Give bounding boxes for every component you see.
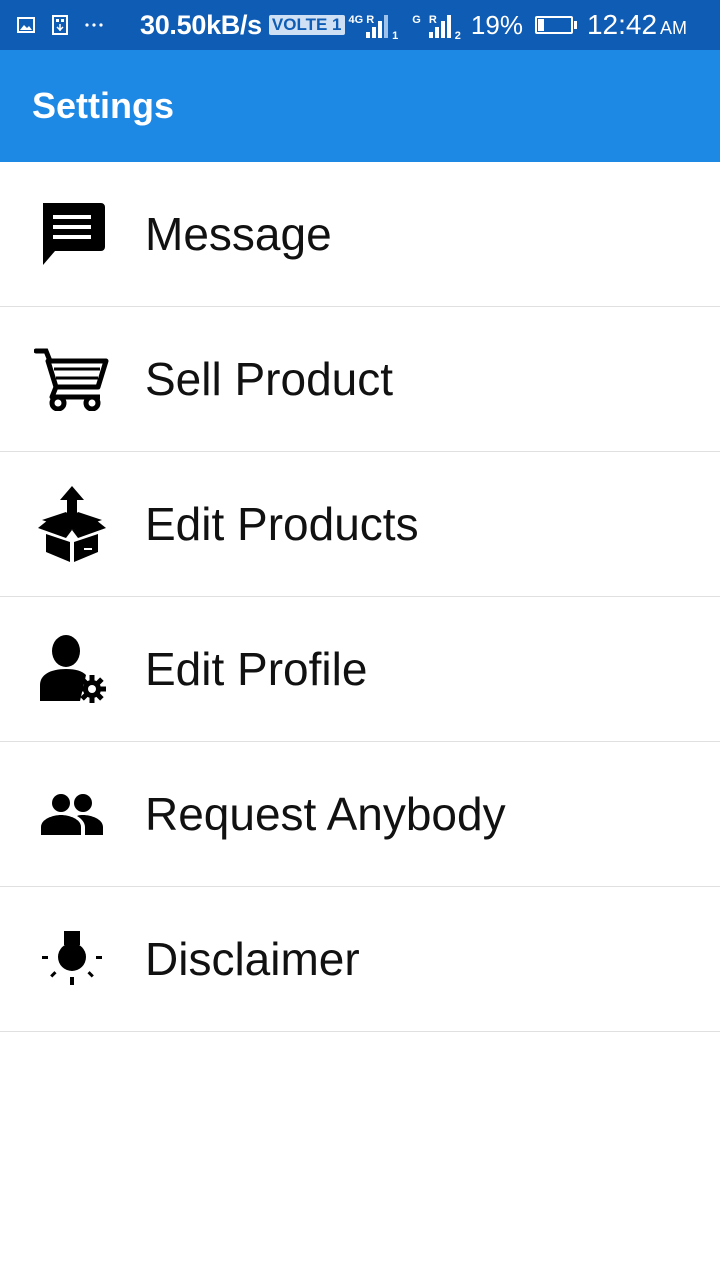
status-bar: 30.50kB/s VOLTE 1 4G R 1 G R 2 19% 12:42…: [0, 0, 720, 50]
menu-item-message[interactable]: Message: [0, 162, 720, 307]
gallery-icon: [16, 15, 36, 35]
menu-item-label: Sell Product: [145, 353, 394, 405]
battery-fill: [537, 19, 545, 31]
menu-item-label: Edit Profile: [145, 643, 368, 695]
page-title: Settings: [32, 85, 175, 126]
menu-item-label: Edit Products: [145, 498, 419, 550]
menu-item-disclaimer[interactable]: Disclaimer: [0, 887, 720, 1032]
user-settings-icon: [32, 629, 112, 709]
menu-item-label: Request Anybody: [145, 788, 506, 840]
clock: 12:42: [586, 9, 658, 40]
usb-icon: [50, 15, 70, 35]
sim2-slot: 2: [454, 30, 461, 42]
sim2-signal: G R 2: [412, 10, 461, 43]
battery-icon: [534, 16, 577, 34]
message-icon: [32, 194, 112, 274]
menu-item-edit-products[interactable]: Edit Products: [0, 452, 720, 597]
menu-item-label: Message: [145, 208, 332, 260]
network-speed: 30.50kB/s: [140, 9, 262, 40]
volte-badge: VOLTE 1: [268, 15, 345, 35]
more-notifications-icon: [84, 15, 104, 35]
menu-item-edit-profile[interactable]: Edit Profile: [0, 597, 720, 742]
shopping-cart-icon: [32, 339, 112, 419]
lightbulb-icon: [32, 919, 112, 999]
sim1-net-type: 4G: [348, 14, 364, 26]
menu-item-sell-product[interactable]: Sell Product: [0, 307, 720, 452]
people-icon: [32, 774, 112, 854]
clock-am-pm: AM: [660, 17, 688, 38]
menu-item-label: Disclaimer: [145, 933, 360, 985]
sim2-roaming: R: [428, 14, 437, 26]
sim2-net-type: G: [412, 14, 421, 26]
menu-item-request-anybody[interactable]: Request Anybody: [0, 742, 720, 887]
box-upload-icon: [32, 484, 112, 564]
notification-icons: [0, 15, 122, 35]
sim1-roaming: R: [366, 14, 375, 26]
sim1-slot: 1: [392, 30, 399, 42]
battery-percent: 19%: [470, 9, 523, 40]
settings-menu: Message Sell Product Edit Products Edit …: [0, 162, 720, 1032]
sim1-signal: 4G R 1: [348, 10, 399, 43]
app-bar: Settings: [0, 50, 720, 162]
